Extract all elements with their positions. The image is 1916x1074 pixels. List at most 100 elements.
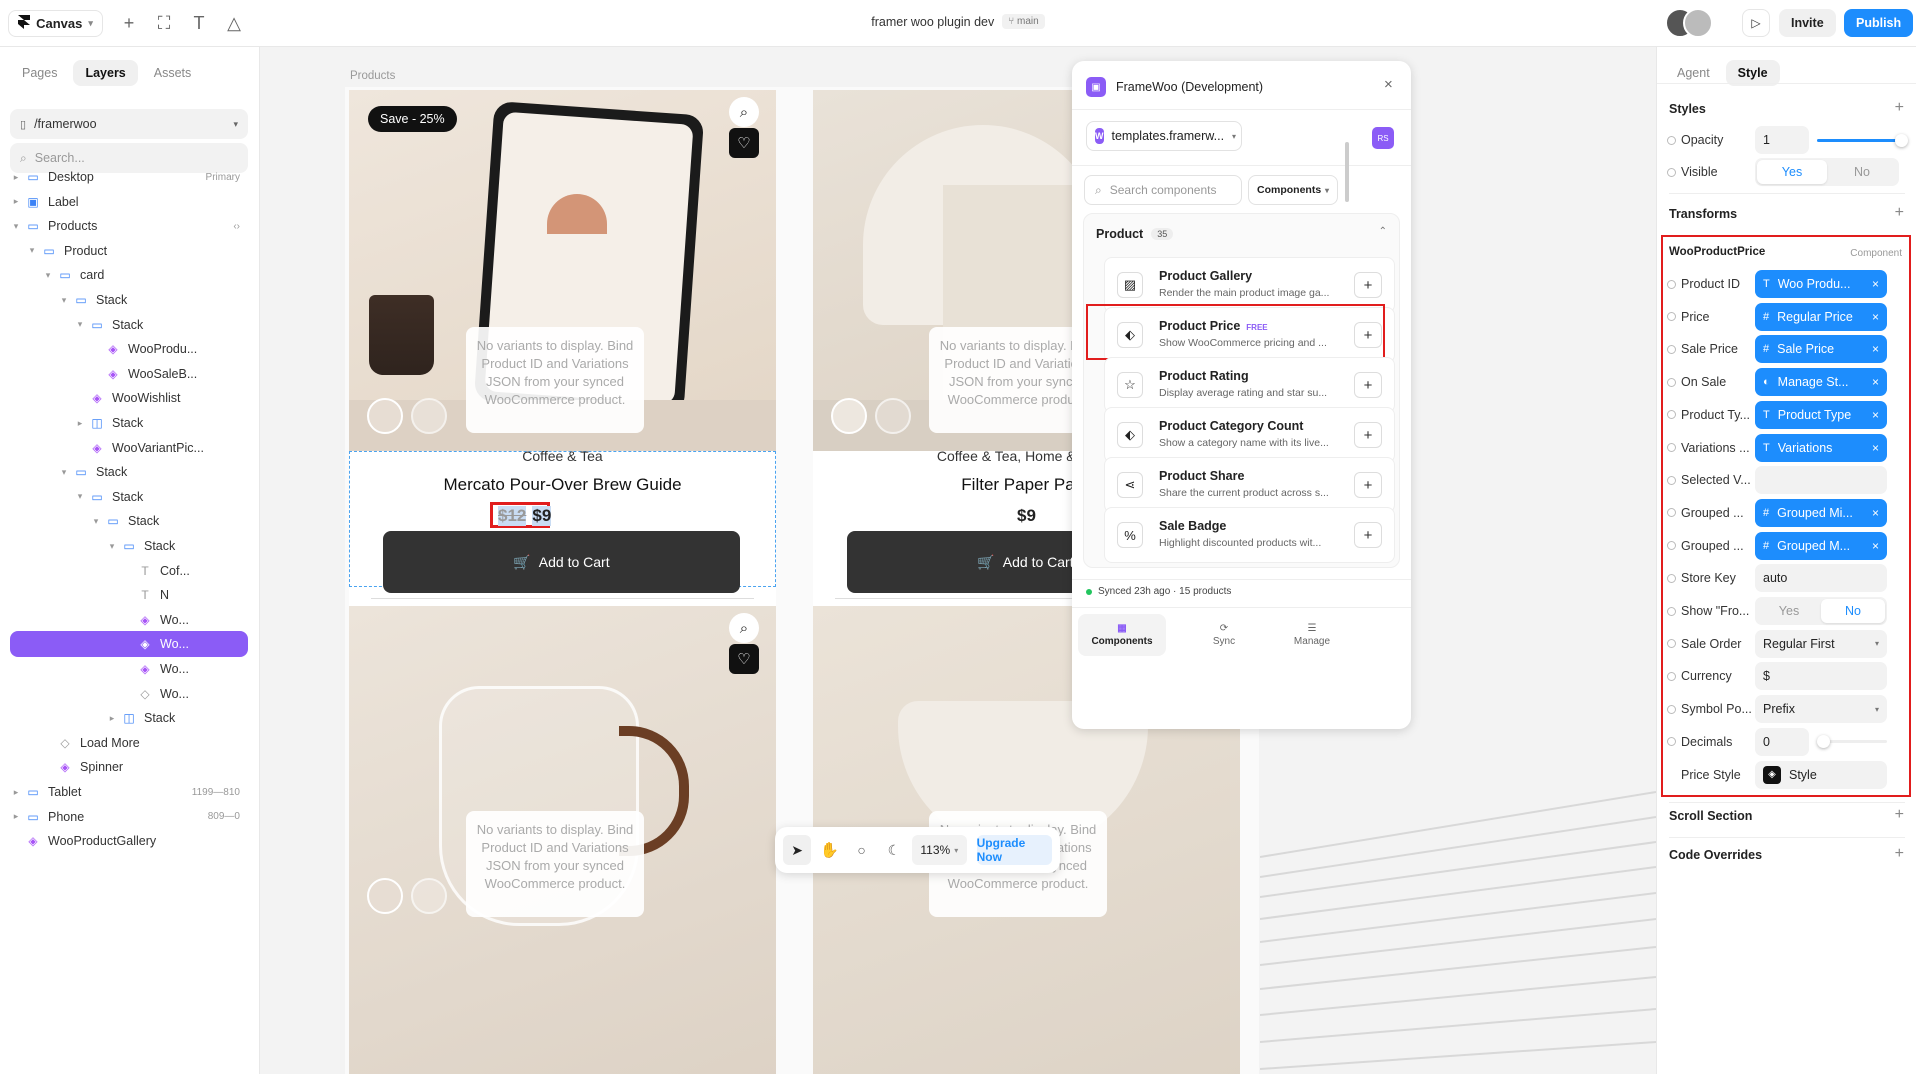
variable-binding-chip[interactable]: T Woo Produ... × [1755,270,1887,298]
variable-binding-chip[interactable]: # Grouped Mi... × [1755,498,1887,527]
chevron-down-icon[interactable]: ▾ [10,221,22,232]
property-select[interactable]: Prefix ▾ [1755,695,1887,724]
zoom-icon[interactable]: ⌕ [729,613,759,643]
text-tool-icon[interactable]: T [185,9,213,37]
layer-item[interactable]: ◈ WooVariantPic... [10,435,248,461]
layer-item[interactable]: ▾ ▭ Stack [10,533,248,559]
variable-binding-chip[interactable]: # Regular Price × [1755,302,1887,331]
component-search-input[interactable]: ⌕ Search components [1084,175,1242,205]
add-component-button[interactable]: + [1354,522,1382,548]
variable-binding-chip[interactable]: # Grouped M... × [1755,531,1887,560]
decimals-input[interactable]: 0 [1755,727,1809,756]
add-to-cart-button[interactable]: 🛒 Add to Cart [383,531,740,593]
yes-no-toggle[interactable]: Yes No [1755,597,1887,625]
toggle-yes[interactable]: Yes [1757,599,1821,623]
close-icon[interactable]: × [1872,310,1879,324]
layer-item[interactable]: ◇ Wo... [10,681,248,707]
filter-select[interactable]: Components ▾ [1248,175,1338,205]
chevron-down-icon[interactable]: ▾ [42,270,54,281]
nav-manage[interactable]: ☰ Manage [1268,614,1356,656]
layer-item[interactable]: TN [10,582,248,608]
chevron-right-icon[interactable]: ▸ [106,713,118,724]
opacity-slider[interactable] [1817,134,1908,147]
layer-item[interactable]: ▾ ▭ Stack [10,484,248,510]
plus-icon[interactable]: + [115,9,143,37]
layer-item[interactable]: ◈ Spinner [10,754,248,780]
chevron-right-icon[interactable]: ▸ [10,172,22,183]
property-input[interactable]: auto [1755,564,1887,593]
frame-label[interactable]: Products [350,70,395,82]
invite-button[interactable]: Invite [1779,9,1836,37]
branch-badge[interactable]: ⑂ main [1002,14,1045,29]
layer-item[interactable]: T Cof... [10,558,248,584]
property-select[interactable]: Regular First ▾ [1755,629,1887,658]
chevron-down-icon[interactable]: ▾ [90,516,102,527]
tab-assets[interactable]: Assets [142,60,204,86]
chevron-down-icon[interactable]: ▾ [58,467,70,478]
property-input[interactable] [1755,466,1887,495]
chevron-right-icon[interactable]: ▸ [10,811,22,822]
product-price[interactable]: $12 $9 [498,506,552,526]
visible-toggle[interactable]: Yes No [1755,158,1899,186]
pointer-tool-icon[interactable]: ➤ [783,835,812,865]
chevron-right-icon[interactable]: ▸ [10,787,22,798]
hand-tool-icon[interactable]: ✋ [815,835,843,865]
visible-yes[interactable]: Yes [1757,160,1827,184]
product-card[interactable]: No variants to display. Bind Product ID … [349,606,776,1074]
chevron-down-icon[interactable]: ▾ [26,245,38,256]
layer-item[interactable]: ◈ WooProductGallery [10,828,248,854]
nav-components[interactable]: ▦ Components [1078,614,1166,656]
user-avatar[interactable]: RS [1372,127,1394,149]
layer-item[interactable]: ▸ ▭ Phone 809—0 [10,804,248,830]
close-icon[interactable]: × [1872,441,1879,455]
close-icon[interactable]: × [1872,408,1879,422]
add-transform-icon[interactable]: + [1895,204,1904,222]
page-selector[interactable]: ▯ /framerwoo ▾ [10,109,248,139]
layer-item[interactable]: ▾ ▭ Stack [10,287,248,313]
document-title[interactable]: framer woo plugin dev [871,15,994,29]
component-list-item[interactable]: ☆ Product Rating Display average rating an… [1104,357,1395,413]
vector-tool-icon[interactable]: △ [220,9,248,37]
layer-item[interactable]: ▸ ▭ Desktop Primary [10,164,248,190]
layer-item[interactable]: ▸ ▭ Tablet 1199—810 [10,779,248,805]
close-icon[interactable]: × [1872,342,1879,356]
canvas-menu-button[interactable]: Canvas ▾ [8,10,103,37]
variant-swatch[interactable] [367,398,403,434]
layer-item[interactable]: ▾ ▭ Stack [10,459,248,485]
slider-thumb[interactable] [1895,134,1908,147]
add-style-icon[interactable]: + [1895,99,1904,117]
upgrade-button[interactable]: Upgrade Now [976,835,1052,865]
variant-swatch[interactable] [831,398,867,434]
variant-swatch[interactable] [367,878,403,914]
layer-item[interactable]: ▾ ▭ card [10,262,248,288]
chevron-down-icon[interactable]: ▾ [58,295,70,306]
add-component-button[interactable]: + [1354,272,1382,298]
add-scroll-section-icon[interactable]: + [1895,806,1904,824]
canvas[interactable]: Products No variants to display. Bind Pr… [260,47,1656,1074]
scrollbar[interactable] [1345,142,1349,202]
layer-item[interactable]: ◈ WooProdu... [10,336,248,362]
add-component-button[interactable]: + [1354,372,1382,398]
variable-binding-chip[interactable]: ◐ Manage St... × [1755,368,1887,397]
layer-item[interactable]: ◈ Wo... [10,607,248,633]
variable-binding-chip[interactable]: # Sale Price × [1755,335,1887,364]
variable-binding-chip[interactable]: T Product Type × [1755,400,1887,429]
layer-item[interactable]: ◈ Wo... [10,656,248,682]
close-icon[interactable]: × [1872,539,1879,553]
layer-item[interactable]: ◈ WooSaleB... [10,361,248,387]
site-selector[interactable]: W templates.framerw... ▾ [1086,121,1242,151]
layer-item[interactable]: ▾ ▭ Stack [10,312,248,338]
add-component-button[interactable]: + [1354,422,1382,448]
frame-icon[interactable]: ⛶ [150,9,178,37]
visible-no[interactable]: No [1827,160,1897,184]
close-icon[interactable]: × [1872,506,1879,520]
section-header[interactable]: Product 35 [1096,227,1174,241]
close-icon[interactable]: × [1384,76,1393,93]
chevron-down-icon[interactable]: ▾ [74,491,86,502]
toggle-no[interactable]: No [1821,599,1885,623]
layer-item[interactable]: ▾ ▭ Products ‹› [10,213,248,239]
zoom-icon[interactable]: ⌕ [729,97,759,127]
chevron-right-icon[interactable]: ▸ [10,196,22,207]
layer-item[interactable]: ▸ ▣ Label [10,189,248,215]
moon-icon[interactable]: ☾ [880,835,908,865]
